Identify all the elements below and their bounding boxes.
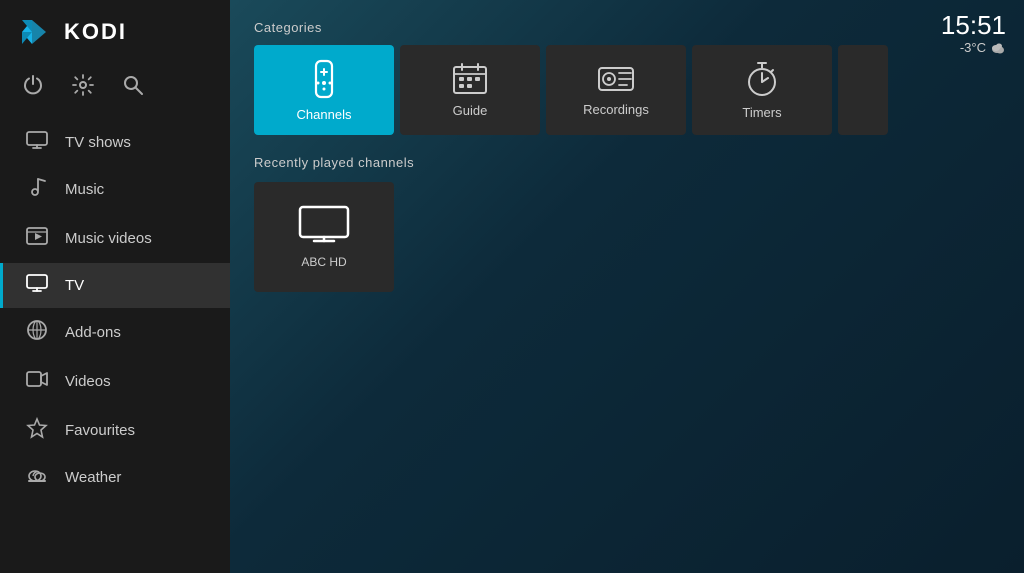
sidebar-label-tv: TV (65, 277, 84, 294)
nav-items: TV shows Music Music video (0, 120, 230, 573)
add-ons-icon (25, 319, 49, 346)
sidebar-item-add-ons[interactable]: Add-ons (0, 308, 230, 357)
power-icon[interactable] (22, 74, 44, 102)
tv-shows-icon (25, 131, 49, 154)
recently-played-label: Recently played channels (254, 155, 1000, 170)
app-title: KODI (64, 19, 127, 45)
kodi-logo-icon (18, 14, 54, 50)
categories-row: Channels Guide (254, 45, 1000, 135)
weather-icon (25, 466, 49, 489)
channels-row: ABC HD (254, 182, 1000, 292)
sidebar-label-tv-shows: TV shows (65, 134, 131, 151)
category-tile-recordings[interactable]: Recordings (546, 45, 686, 135)
sidebar-item-videos[interactable]: Videos (0, 357, 230, 406)
settings-icon[interactable] (72, 74, 94, 102)
top-icons-bar (0, 64, 230, 120)
sidebar-label-add-ons: Add-ons (65, 324, 121, 341)
timers-icon (746, 61, 778, 97)
sidebar-item-favourites[interactable]: Favourites (0, 406, 230, 455)
category-tile-guide[interactable]: Guide (400, 45, 540, 135)
timers-label: Timers (742, 105, 781, 120)
music-icon (25, 176, 49, 203)
clock-time: 15:51 (941, 12, 1006, 38)
sidebar-item-music[interactable]: Music (0, 165, 230, 214)
sidebar-item-music-videos[interactable]: Music videos (0, 214, 230, 263)
recordings-icon (597, 64, 635, 94)
sidebar: KODI (0, 0, 230, 573)
clock-area: 15:51 -3°C (941, 12, 1006, 55)
category-tile-channels[interactable]: Channels (254, 45, 394, 135)
sidebar-label-music: Music (65, 181, 104, 198)
recordings-label: Recordings (583, 102, 649, 117)
sidebar-label-music-videos: Music videos (65, 230, 152, 247)
music-videos-icon (25, 225, 49, 252)
sidebar-label-favourites: Favourites (65, 422, 135, 439)
abc-hd-icon (298, 205, 350, 245)
videos-icon (25, 368, 49, 395)
clock-weather: -3°C (941, 40, 1006, 55)
sidebar-label-weather: Weather (65, 469, 121, 486)
tv-icon (25, 274, 49, 297)
recently-section: Recently played channels ABC HD (254, 155, 1000, 292)
sidebar-item-tv[interactable]: TV (0, 263, 230, 308)
logo-area: KODI (0, 0, 230, 64)
abc-hd-label: ABC HD (301, 255, 346, 269)
channels-icon (308, 59, 340, 99)
category-tile-partial[interactable] (838, 45, 888, 135)
sidebar-label-videos: Videos (65, 373, 111, 390)
main-content: 15:51 -3°C Categories (230, 0, 1024, 573)
category-tile-timers[interactable]: Timers (692, 45, 832, 135)
channel-tile-abc-hd[interactable]: ABC HD (254, 182, 394, 292)
favourites-icon (25, 417, 49, 444)
temperature-display: -3°C (960, 40, 986, 55)
sidebar-item-weather[interactable]: Weather (0, 455, 230, 500)
categories-label: Categories (254, 20, 1000, 35)
guide-icon (452, 63, 488, 95)
channels-label: Channels (297, 107, 352, 122)
sidebar-item-tv-shows[interactable]: TV shows (0, 120, 230, 165)
weather-cloud-icon (990, 41, 1006, 55)
search-icon[interactable] (122, 74, 144, 102)
categories-section: Categories Channels (254, 20, 1000, 135)
guide-label: Guide (453, 103, 488, 118)
